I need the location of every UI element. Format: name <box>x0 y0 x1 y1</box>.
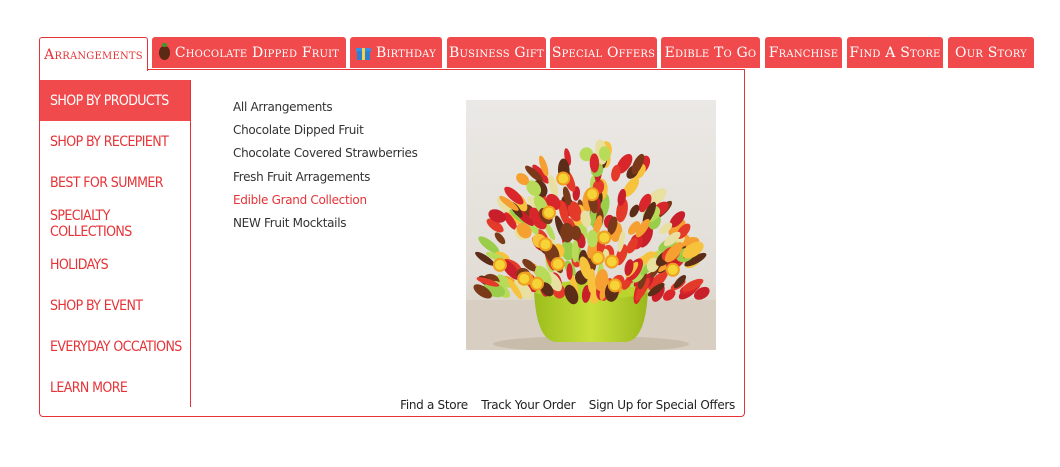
chocolate-berry-icon <box>158 42 170 60</box>
link-all-arrangements[interactable]: All Arrangements <box>233 99 418 122</box>
tab-label: Special Offers <box>551 44 656 61</box>
sidebar-item-label: Shop by Products <box>50 92 169 109</box>
tab-edible-to-go[interactable]: Edible To Go <box>661 37 760 68</box>
gift-icon <box>355 46 371 60</box>
sidebar-item-holidays[interactable]: Holidays <box>40 244 190 285</box>
sidebar: Shop by Products Shop by Recepient Best … <box>40 80 191 407</box>
sidebar-item-specialty-collections[interactable]: Specialty Collections <box>40 203 190 244</box>
category-links: All Arrangements Chocolate Dipped Fruit … <box>233 99 418 238</box>
link-new-fruit-mocktails[interactable]: NEW Fruit Mocktails <box>233 215 418 238</box>
tab-chocolate-dipped-fruit[interactable]: Chocolate Dipped Fruit <box>152 37 346 68</box>
tab-our-story[interactable]: Our Story <box>948 37 1034 68</box>
tab-special-offers[interactable]: Special Offers <box>550 37 657 68</box>
tab-label: Franchise <box>768 44 839 61</box>
tab-label: Edible To Go <box>664 44 757 61</box>
top-nav: Arrangements Chocolate Dipped Fruit Birt… <box>39 37 1034 71</box>
footer-links: Find a Store Track Your Order Sign Up fo… <box>390 398 735 412</box>
tab-label: Chocolate Dipped Fruit <box>174 44 340 61</box>
link-edible-grand-collection[interactable]: Edible Grand Collection <box>233 192 418 215</box>
tab-arrangements[interactable]: Arrangements <box>39 37 148 71</box>
link-fresh-fruit-arragements[interactable]: Fresh Fruit Arragements <box>233 169 418 192</box>
sign-up-special-offers-link[interactable]: Sign Up for Special Offers <box>589 398 736 412</box>
sidebar-item-label: Specialty Collections <box>50 207 132 240</box>
tab-label: Business Gift <box>449 44 544 61</box>
sidebar-item-best-for-summer[interactable]: Best for Summer <box>40 162 190 203</box>
sidebar-item-label: Everyday Occations <box>50 338 182 355</box>
sidebar-item-label: Learn More <box>50 379 128 396</box>
link-chocolate-covered-strawberries[interactable]: Chocolate Covered Strawberries <box>233 145 418 168</box>
tab-label: Arrangements <box>44 46 143 63</box>
tab-find-a-store[interactable]: Find A Store <box>847 37 943 68</box>
tab-label: Birthday <box>375 44 437 61</box>
tab-franchise[interactable]: Franchise <box>765 37 842 68</box>
tab-birthday[interactable]: Birthday <box>350 37 442 68</box>
tab-label: Find A Store <box>849 44 941 61</box>
sidebar-item-label: Holidays <box>50 256 109 273</box>
tab-business-gift[interactable]: Business Gift <box>447 37 546 68</box>
tab-label: Our Story <box>955 44 1027 61</box>
sidebar-item-label: Best for Summer <box>50 174 163 191</box>
sidebar-item-shop-by-recepient[interactable]: Shop by Recepient <box>40 121 190 162</box>
sidebar-item-label: Shop by Event <box>50 297 143 314</box>
find-a-store-link[interactable]: Find a Store <box>400 398 468 412</box>
sidebar-item-everyday-occations[interactable]: Everyday Occations <box>40 326 190 367</box>
sidebar-item-label: Shop by Recepient <box>50 133 169 150</box>
dropdown-panel: Shop by Products Shop by Recepient Best … <box>39 69 745 417</box>
product-image[interactable] <box>466 100 716 350</box>
sidebar-item-learn-more[interactable]: Learn More <box>40 367 190 408</box>
sidebar-item-shop-by-event[interactable]: Shop by Event <box>40 285 190 326</box>
track-your-order-link[interactable]: Track Your Order <box>481 398 575 412</box>
link-chocolate-dipped-fruit[interactable]: Chocolate Dipped Fruit <box>233 122 418 145</box>
sidebar-item-shop-by-products[interactable]: Shop by Products <box>40 80 190 121</box>
fruit-arrangement-image <box>466 100 716 350</box>
